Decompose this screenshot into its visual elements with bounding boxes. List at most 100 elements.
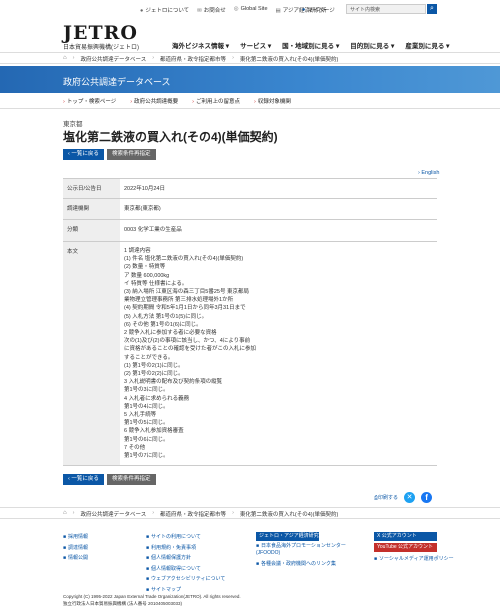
prefecture-label: 東京都	[63, 121, 83, 128]
breadcrumb-item[interactable]: 都道府県・政令指定都市等	[160, 510, 226, 518]
footer-col-3: ジェトロ・アジア経済研究所 ■ 日本食品海外プロモーションセンター(JFOODO)…	[256, 532, 346, 570]
footer-col-1: ■ 採用情報 ■ 調達情報 ■ 情報公開	[63, 532, 88, 564]
body-line: ア 数量 600,000kg	[124, 272, 170, 279]
body-line: 6 競争入札参加資格審査	[124, 428, 184, 435]
body-line: することができる。	[124, 354, 174, 361]
twitter-icon[interactable]: ✕	[404, 492, 416, 503]
detail-table: 公示日/公告日 2022年10月24日 調達機関 東京都(東京都) 分類 000…	[63, 178, 437, 466]
breadcrumb: ⌂ › 政府公共調達データベース › 都道府県・政令指定都市等 › 東化第二鉄液の買入…	[63, 55, 339, 63]
secnav-agencies[interactable]: › 収録対象機関	[254, 97, 291, 105]
arrow-icon: ›	[192, 99, 194, 105]
footer-link[interactable]: ■ サイトの利用について	[146, 532, 225, 543]
back-to-list-button[interactable]: ‹ 一覧に戻る	[63, 149, 104, 160]
body-line: (2) 数量・特質等	[124, 264, 166, 271]
secnav-top[interactable]: › トップ・検索ページ	[63, 97, 116, 105]
search-conditions-button[interactable]: 検索条件再指定	[107, 474, 156, 485]
body-line: 第1号の6に同じ。	[124, 436, 169, 443]
body-text: 1 調達内容 (1) 件名 塩化第二鉄液の買入れ(その4)(単価契約) (2) 数量…	[120, 242, 437, 465]
footer-link[interactable]: ■ 利用規約・免責事項	[146, 543, 225, 554]
share-bar: ⎙印刷する ✕ f	[374, 492, 433, 503]
youtube-account-button[interactable]: YouTube 公式アカウント	[374, 543, 437, 552]
body-line: イ 特質等 仕様書による。	[124, 280, 188, 287]
home-icon[interactable]: ⌂	[63, 55, 67, 63]
row-label: 本文	[63, 242, 120, 465]
body-line: 1 調達内容	[124, 248, 151, 254]
breadcrumb-current: 東化第二鉄液の買入れ(その4)(単価契約)	[239, 512, 339, 518]
row-label: 公示日/公告日	[63, 179, 120, 198]
footer-link[interactable]: ■ 各種会議・政府機関へのリンク集	[256, 559, 346, 570]
arrow-icon: ›	[63, 99, 65, 105]
mypage-link[interactable]: ● マイページ	[302, 6, 335, 14]
home-icon[interactable]: ⌂	[63, 510, 67, 518]
row-value: 0003 化学工業の生産品	[124, 227, 182, 233]
page-title: 塩化第二鉄液の買入れ(その4)(単価契約)	[63, 130, 278, 144]
body-line: 第1号の4に同じ。	[124, 403, 169, 410]
arrow-icon: ›	[253, 99, 256, 105]
banner-title: 政府公共調達データベース	[63, 77, 171, 87]
footer-breadcrumb: ⌂ › 政府公共調達データベース › 都道府県・政令指定都市等 › 東化第二鉄液の買入…	[63, 510, 339, 518]
secnav-notes[interactable]: › ご利用上の留意点	[192, 97, 240, 105]
secnav-overview[interactable]: › 政府公共調達概要	[130, 97, 178, 105]
facebook-icon[interactable]: f	[421, 492, 433, 503]
twitter-account-button[interactable]: X 公式アカウント	[374, 532, 437, 541]
copyright: Copyright (C) 1995-2022 Japan External T…	[63, 594, 241, 606]
body-line: に資格があることの確認を受けた者がこの入札に参加	[124, 346, 256, 353]
table-row: 本文 1 調達内容 (1) 件名 塩化第二鉄液の買入れ(その4)(単価契約) (2)…	[63, 242, 437, 466]
toplink-about[interactable]: ● ジェトロについて	[140, 6, 189, 14]
body-line: (1) 件名 塩化第二鉄液の買入れ(その4)(単価契約)	[124, 256, 244, 263]
body-line: 第1号の7に同じ。	[124, 453, 169, 460]
logo-subtitle: 日本貿易振興機構(ジェトロ)	[63, 45, 139, 51]
english-link[interactable]: › English	[418, 170, 439, 176]
footer-link[interactable]: ■ 個人情報取得について	[146, 564, 225, 575]
body-line: 4 入札者に求められる義務	[124, 395, 190, 402]
body-line: (1) 第1号の2(1)に同じ。	[124, 362, 184, 369]
nav-country[interactable]: 国・地域別に見る ▾	[282, 40, 339, 50]
breadcrumb-item[interactable]: 政府公共調達データベース	[80, 55, 146, 63]
section-nav: › トップ・検索ページ › 政府公共調達概要 › ご利用上の留意点 › 収録対象機関	[63, 97, 291, 105]
book-icon: ▤	[275, 8, 281, 14]
back-to-list-button[interactable]: ‹ 一覧に戻る	[63, 474, 104, 485]
body-line: 第1号の5に同じ。	[124, 420, 169, 427]
arrow-icon: ›	[130, 99, 133, 105]
jetro-logo[interactable]: JETRO	[63, 22, 138, 44]
row-value: 東京都(東京都)	[124, 206, 161, 212]
search-input[interactable]: サイト内検索	[346, 4, 426, 14]
footer-link[interactable]: ■ ソーシャルメディア運用ポリシー	[374, 554, 454, 565]
breadcrumb-item[interactable]: 都道府県・政令指定都市等	[160, 55, 226, 63]
nav-services[interactable]: サービス ▾	[240, 40, 271, 50]
body-line: 3 入札説明書の配布及び契約条項の縦覧	[124, 379, 223, 386]
breadcrumb-current: 東化第二鉄液の買入れ(その4)(単価契約)	[239, 57, 339, 63]
ide-button[interactable]: ジェトロ・アジア経済研究所	[256, 532, 319, 548]
footer-col-4: X 公式アカウント YouTube 公式アカウント ■ ソーシャルメディア運用ポリ…	[374, 532, 454, 565]
body-line: (3) 納入場所 江東区海の森三丁目5番25号 東京都局	[124, 289, 249, 296]
footer-link[interactable]: ■ 採用情報	[63, 532, 88, 543]
footer-link[interactable]: ■ ウェブアクセシビリティについて	[146, 574, 225, 585]
search-button[interactable]: ⌕	[427, 4, 437, 14]
mail-icon: ✉	[197, 8, 202, 14]
footer-col-2: ■ サイトの利用について ■ 利用規約・免責事項 ■ 個人情報保護方針 ■ 個人情報取得…	[146, 532, 225, 595]
footer-link[interactable]: ■ 日本食品海外プロモーションセンター(JFOODO)	[256, 543, 346, 556]
footer-link[interactable]: ■ 情報公開	[63, 553, 88, 564]
divider	[0, 108, 500, 109]
footer-link[interactable]: ■ 調達情報	[63, 543, 88, 554]
table-row: 調達機関 東京都(東京都)	[63, 199, 437, 220]
toplink-contact[interactable]: ✉ お問合せ	[197, 6, 226, 14]
table-row: 公示日/公告日 2022年10月24日	[63, 179, 437, 199]
print-link[interactable]: ⎙印刷する	[374, 494, 398, 501]
main-nav: 海外ビジネス情報 ▾ サービス ▾ 国・地域別に見る ▾ 目的別に見る ▾ 産業…	[172, 40, 449, 50]
body-line: (4) 契約期間 令和5年1月1日から同年3月31日まで	[124, 305, 246, 312]
nav-purpose[interactable]: 目的別に見る ▾	[350, 40, 394, 50]
nav-overseas[interactable]: 海外ビジネス情報 ▾	[172, 40, 229, 50]
top-links: ● ジェトロについて ✉ お問合せ ◎ Global Site ▤ アジア経済研究所	[140, 6, 327, 14]
breadcrumb-item[interactable]: 政府公共調達データベース	[80, 510, 146, 518]
table-row: 分類 0003 化学工業の生産品	[63, 220, 437, 242]
body-line: 5 入札手続等	[124, 412, 157, 419]
body-line: 7 その他	[124, 444, 146, 451]
user-icon: ●	[302, 7, 306, 13]
nav-industry[interactable]: 産業別に見る ▾	[405, 40, 449, 50]
info-icon: ●	[140, 8, 144, 14]
footer-link[interactable]: ■ 個人情報保護方針	[146, 553, 225, 564]
toplink-global[interactable]: ◎ Global Site	[234, 6, 268, 14]
body-line: 2 競争入札に参加する者に必要な資格	[124, 330, 217, 337]
search-conditions-button[interactable]: 検索条件再指定	[107, 149, 156, 160]
